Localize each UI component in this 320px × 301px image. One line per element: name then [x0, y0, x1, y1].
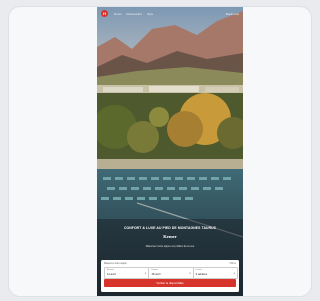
hero-subline: Réservez votre séjour et profitez de la … — [145, 245, 195, 248]
offers-link[interactable]: Offres — [230, 262, 236, 265]
mobile-page-preview: H Hotel Restaurant Spa Book now CONFORT … — [97, 7, 243, 296]
nav-link-spa[interactable]: Spa — [147, 12, 153, 16]
nav-book-link[interactable]: Book now — [226, 12, 239, 16]
chevron-down-icon: ▾ — [189, 272, 191, 275]
chevron-down-icon: ▾ — [233, 272, 235, 275]
guests-value: 2 adultes — [195, 272, 208, 276]
preview-card: H Hotel Restaurant Spa Book now CONFORT … — [8, 6, 312, 297]
guests-label: Invités — [195, 269, 202, 271]
nav-link-restaurant[interactable]: Restaurant — [127, 12, 143, 16]
departure-value: 18 avril — [151, 272, 161, 276]
nav-link-hotel[interactable]: Hotel — [114, 12, 122, 16]
booking-form-title: Réserver votre séjour — [104, 262, 127, 265]
chevron-down-icon: ▾ — [145, 272, 147, 275]
hero-headline: CONFORT & LUXE AU PIED DE MONTAGNES TAUR… — [123, 226, 217, 230]
departure-date-field[interactable]: Départ 18 avril ▾ — [149, 268, 194, 278]
top-nav: H Hotel Restaurant Spa Book now — [97, 7, 243, 20]
arrival-value: 11 avril — [107, 272, 116, 276]
booking-fields: Arrivée 11 avril ▾ Départ 18 avril ▾ Inv… — [104, 267, 238, 279]
check-availability-button[interactable]: Vérifier la disponibilité — [104, 279, 236, 287]
arrival-date-field[interactable]: Arrivée 11 avril ▾ — [105, 268, 150, 278]
hero-place-name: Kemer — [163, 234, 177, 239]
brand-logo[interactable]: H — [101, 10, 108, 17]
booking-form: Réserver votre séjour Offres Arrivée 11 … — [101, 260, 239, 292]
departure-label: Départ — [151, 269, 158, 271]
guests-field[interactable]: Invités 2 adultes ▾ — [194, 268, 237, 278]
hero-photo — [97, 7, 243, 296]
arrival-label: Arrivée — [107, 269, 114, 271]
